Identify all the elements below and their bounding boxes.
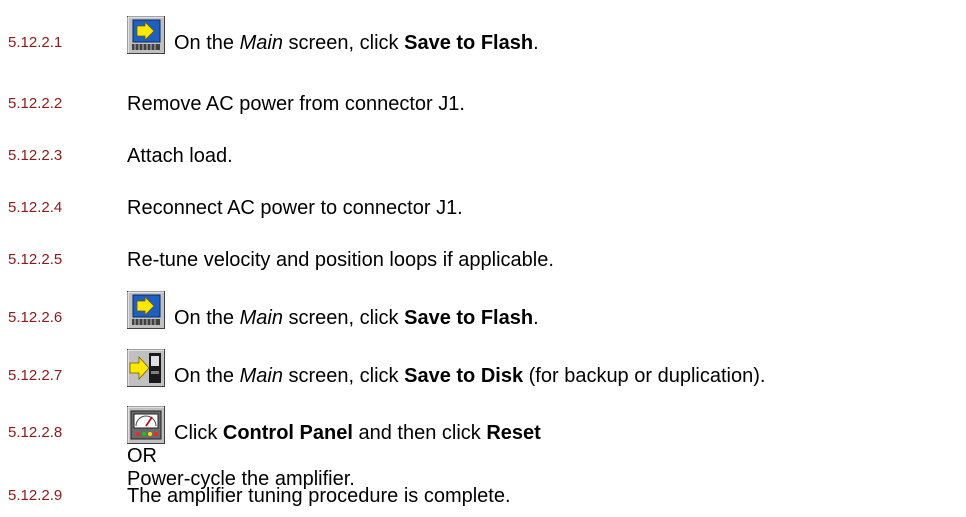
text-run: and then click [352, 422, 487, 444]
text-run: . [533, 307, 539, 329]
document-page: { "steps": [ { "number": "5.12.2.1", "ic… [0, 0, 966, 517]
screen-name: Main [239, 307, 283, 329]
step-text: Re-tune velocity and position loops if a… [127, 249, 554, 271]
step-number: 5.12.2.1 [8, 34, 63, 51]
step-text: On the Main screen, click Save to Flash. [174, 306, 539, 330]
step-text: On the Main screen, click Save to Disk (… [174, 364, 765, 388]
text-run: screen, click [282, 365, 405, 387]
step-number: 5.12.2.5 [8, 251, 63, 268]
step-text: The amplifier tuning procedure is comple… [127, 485, 511, 507]
text-run: screen, click [282, 32, 405, 54]
control-panel-icon [127, 406, 165, 444]
command-name: Save to Flash [404, 32, 534, 54]
step-number: 5.12.2.7 [8, 367, 63, 384]
step-text: Attach load. [127, 145, 233, 167]
step-number: 5.12.2.4 [8, 199, 63, 216]
step-text: Click Control Panel and then click Reset [174, 421, 541, 445]
step-number: 5.12.2.6 [8, 309, 63, 326]
screen-name: Main [239, 32, 283, 54]
step-text: Remove AC power from connector J1. [127, 93, 465, 115]
command-name: Control Panel [222, 422, 353, 444]
save-to-disk-icon [127, 349, 165, 387]
command-name: Save to Flash [404, 307, 534, 329]
command-name: Reset [486, 422, 541, 444]
text-run: (for backup or duplication). [523, 365, 766, 387]
text-run: . [533, 32, 539, 54]
text-run: On the [174, 365, 240, 387]
step-number: 5.12.2.8 [8, 424, 63, 441]
text-run: Click [174, 422, 223, 444]
command-name: Save to Disk [404, 365, 524, 387]
step-number: 5.12.2.2 [8, 95, 63, 112]
text-run: On the [174, 32, 240, 54]
text-run: screen, click [282, 307, 405, 329]
step-text: Reconnect AC power to connector J1. [127, 197, 463, 219]
screen-name: Main [239, 365, 283, 387]
save-to-flash-icon [127, 291, 165, 329]
or-label: OR [127, 445, 157, 467]
text-run: On the [174, 307, 240, 329]
step-number: 5.12.2.9 [8, 487, 63, 504]
step-text: On the Main screen, click Save to Flash. [174, 31, 539, 55]
save-to-flash-icon [127, 16, 165, 54]
step-number: 5.12.2.3 [8, 147, 63, 164]
